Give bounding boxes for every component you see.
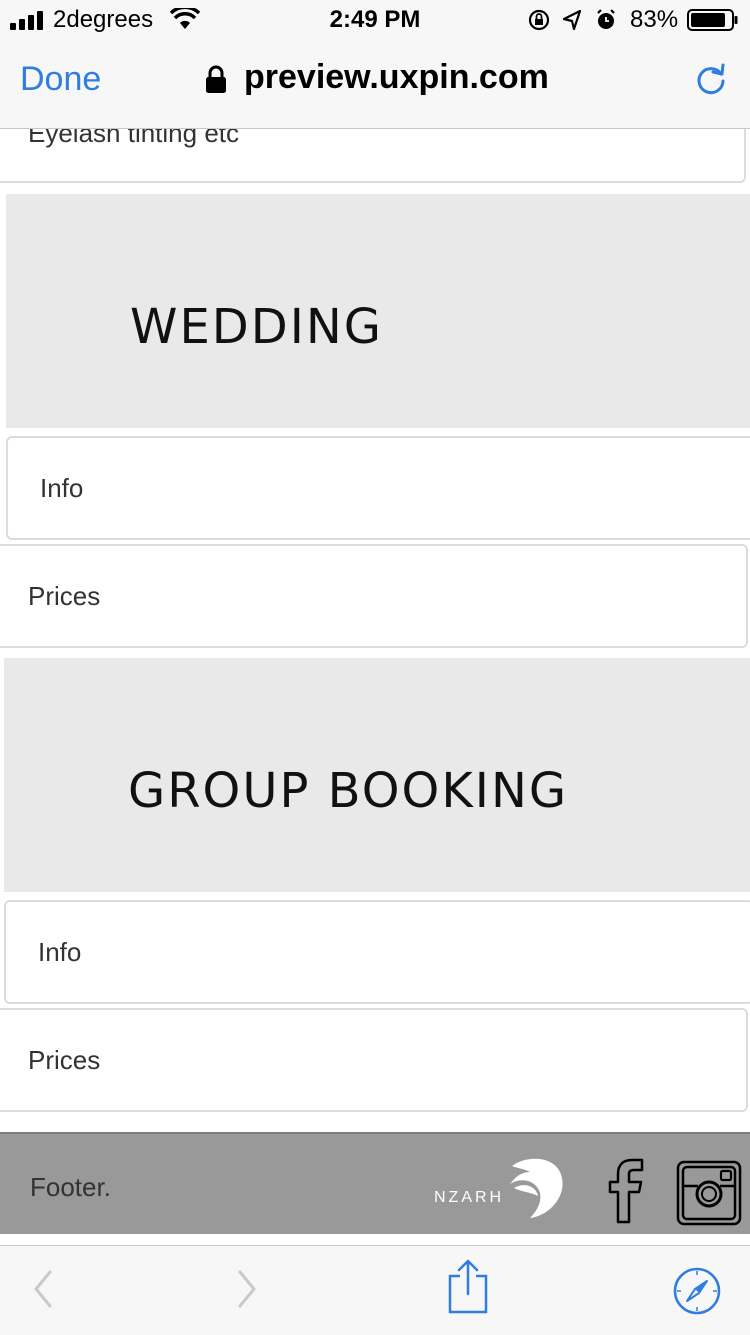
group-booking-title: GROUP BOOKING [128,763,569,819]
instagram-icon[interactable] [676,1160,742,1226]
url-text[interactable]: preview.uxpin.com [244,58,549,97]
svg-text:NZARH: NZARH [434,1189,504,1206]
done-button[interactable]: Done [20,60,101,99]
status-bar: 2degrees 2:49 PM 83% [0,0,750,40]
share-icon[interactable] [446,1258,490,1314]
wedding-title: WEDDING [130,299,383,355]
orientation-lock-icon [528,9,550,31]
battery-icon [687,9,738,31]
status-icons [528,9,615,31]
lock-icon [206,65,226,93]
footer-text: Footer. [30,1172,111,1202]
footer: Footer. NZARH [0,1132,750,1234]
wedding-prices-label: Prices [28,580,101,611]
group-booking-prices-card[interactable]: Prices [0,1008,748,1112]
battery-percent: 83% [630,6,679,33]
wedding-prices-card[interactable]: Prices [0,544,748,648]
group-booking-info-label: Info [38,936,82,967]
group-booking-info-card[interactable]: Info [4,900,750,1004]
partial-service-card[interactable]: Eyelash tinting etc [0,129,746,183]
wedding-info-label: Info [40,472,84,503]
nzarh-logo[interactable]: NZARH [430,1154,570,1224]
location-icon [562,9,582,31]
wedding-info-card[interactable]: Info [6,436,750,540]
group-booking-prices-label: Prices [28,1044,101,1075]
facebook-icon[interactable] [606,1158,646,1224]
partial-service-text: Eyelash tinting etc [28,129,240,148]
page-content: Eyelash tinting etc WEDDING Info Prices … [0,129,750,1245]
forward-icon[interactable] [232,1264,262,1314]
alarm-icon [597,9,615,29]
browser-url-bar: Done preview.uxpin.com [0,40,750,129]
browser-toolbar [0,1245,750,1335]
reload-icon[interactable] [694,62,728,96]
safari-compass-icon[interactable] [672,1266,722,1316]
back-icon[interactable] [28,1264,58,1314]
